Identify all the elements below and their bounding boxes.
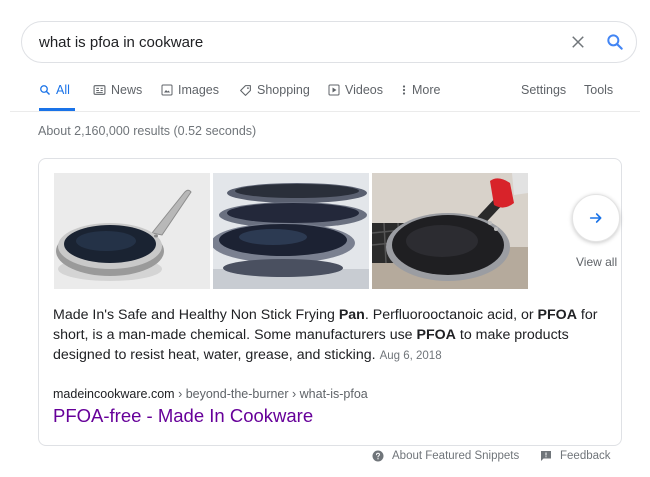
snippet-bold: PFOA	[416, 327, 456, 343]
search-box[interactable]: what is pfoa in cookware	[21, 21, 637, 63]
tab-label: More	[412, 83, 441, 97]
tab-all[interactable]: All	[39, 83, 70, 97]
tab-label: Images	[178, 83, 219, 97]
tab-more[interactable]: More	[401, 83, 440, 97]
feedback-icon	[541, 451, 551, 461]
result-title-link[interactable]: PFOA-free - Made In Cookware	[53, 405, 313, 427]
result-url: madeincookware.com › beyond-the-burner ›…	[53, 387, 368, 401]
tab-shopping[interactable]: Shopping	[239, 83, 310, 97]
tab-settings[interactable]: Settings	[521, 83, 566, 97]
result-domain: madeincookware.com	[53, 387, 175, 401]
view-all-link[interactable]: View all	[576, 255, 617, 269]
image-thumbnail[interactable]	[213, 173, 369, 289]
tab-images[interactable]: Images	[161, 83, 219, 97]
tab-label: Tools	[584, 83, 614, 97]
clear-icon[interactable]	[569, 33, 587, 51]
tab-label: Shopping	[257, 83, 310, 97]
snippet-part: Made In's Safe and Healthy Non Stick Fry…	[53, 307, 339, 323]
tab-label: Videos	[345, 83, 383, 97]
search-input[interactable]: what is pfoa in cookware	[39, 34, 203, 51]
snippet-date: Aug 6, 2018	[379, 350, 442, 362]
tab-tools[interactable]: Tools	[584, 83, 613, 97]
pan-in-hand-image	[372, 173, 528, 289]
search-icon	[40, 85, 50, 95]
snippet-bold: Pan	[338, 307, 365, 323]
tabs-divider	[10, 111, 640, 112]
featured-snippet-card: View all Made In's Safe and Healthy Non …	[38, 158, 622, 446]
image-thumbnail[interactable]	[54, 173, 210, 289]
tab-label: Settings	[521, 83, 567, 97]
tab-label: All	[56, 83, 70, 97]
snippet-text: Made In's Safe and Healthy Non Stick Fry…	[53, 305, 609, 366]
image-thumbnail[interactable]	[372, 173, 528, 289]
search-icon[interactable]	[605, 32, 625, 52]
news-icon	[93, 85, 106, 95]
about-label: About Featured Snippets	[392, 450, 520, 462]
stacked-pans-image	[213, 173, 369, 289]
next-images-button[interactable]	[572, 194, 620, 242]
search-tabs: All News Images Shopping Videos More Set…	[0, 83, 650, 103]
tag-icon	[240, 84, 251, 96]
tab-news[interactable]: News	[93, 83, 142, 97]
frying-pan-image	[54, 173, 210, 289]
snippet-bold: PFOA	[537, 307, 577, 323]
result-stats: About 2,160,000 results (0.52 seconds)	[38, 124, 257, 138]
image-icon	[161, 84, 173, 96]
result-path: › beyond-the-burner › what-is-pfoa	[174, 387, 368, 401]
feedback-label: Feedback	[560, 450, 611, 462]
feedback-link[interactable]: Feedback	[540, 450, 611, 462]
help-icon	[372, 450, 384, 462]
tab-label: News	[111, 83, 143, 97]
more-vertical-icon	[402, 85, 406, 95]
tab-videos[interactable]: Videos	[328, 83, 383, 97]
play-icon	[328, 84, 340, 96]
snippet-part: . Perfluorooctanoic acid, or	[364, 307, 538, 323]
about-featured-snippets-link[interactable]: About Featured Snippets	[372, 450, 519, 462]
arrow-right-icon	[589, 213, 602, 223]
